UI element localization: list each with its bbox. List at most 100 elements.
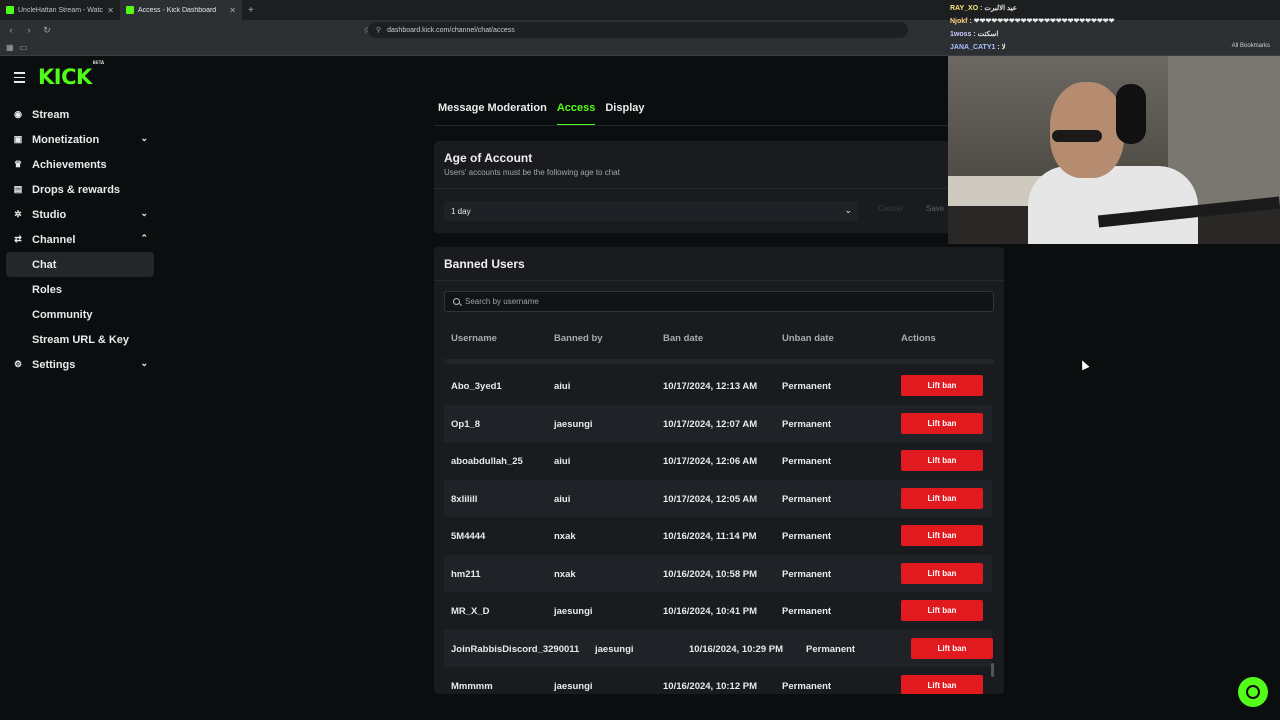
sidebar-item-roles[interactable]: Roles xyxy=(6,277,154,302)
table-row: 5M4444 nxak 10/16/2024, 11:14 PM Permane… xyxy=(444,517,992,555)
headset-icon xyxy=(1246,685,1260,699)
address-bar[interactable]: ⚲ dashboard.kick.com/channel/chat/access xyxy=(368,22,908,38)
banned-by-cell[interactable]: aiui xyxy=(554,456,570,467)
search-box[interactable] xyxy=(444,291,994,312)
banned-by-cell[interactable]: aiui xyxy=(554,381,570,392)
username-cell[interactable]: Mmmmm xyxy=(451,681,493,692)
username-cell[interactable]: JoinRabbisDiscord_3290011 xyxy=(451,644,579,655)
sidebar-item-chat[interactable]: Chat xyxy=(6,252,154,277)
chevron-down-icon: ⌄ xyxy=(140,358,148,368)
lift-ban-button[interactable]: Lift ban xyxy=(901,487,983,509)
chat-username: RAY_XO xyxy=(950,5,979,12)
lift-ban-button[interactable]: Lift ban xyxy=(901,450,983,471)
save-button[interactable]: Save xyxy=(926,204,944,213)
sidebar-item-studio[interactable]: ✲ Studio ⌄ xyxy=(6,202,154,227)
sidebar-item-monetization[interactable]: ▣ Monetization ⌄ xyxy=(6,127,154,152)
username-cell[interactable]: Op1_8 xyxy=(451,419,480,430)
menu-icon[interactable] xyxy=(14,72,25,86)
sidebar-item-settings[interactable]: ⚙ Settings ⌄ xyxy=(6,352,154,377)
kick-favicon-icon xyxy=(6,6,14,14)
lift-ban-button[interactable]: Lift ban xyxy=(901,562,983,584)
lift-ban-button[interactable]: Lift ban xyxy=(901,675,983,694)
username-cell[interactable]: 8xlilill xyxy=(451,494,477,505)
unban-date-cell: Permanent xyxy=(782,493,832,505)
ban-date-cell: 10/16/2024, 10:58 PM xyxy=(663,568,758,580)
apps-icon[interactable]: ▦ xyxy=(6,43,14,52)
sidebar-item-label: Channel xyxy=(32,233,76,246)
lift-ban-button[interactable]: Lift ban xyxy=(901,412,983,434)
sidebar-item-community[interactable]: Community xyxy=(6,302,154,327)
lift-ban-button[interactable]: Lift ban xyxy=(901,525,983,546)
banned-by-cell[interactable]: jaesungi xyxy=(554,606,593,617)
banned-by-cell[interactable]: nxak xyxy=(554,569,576,580)
column-header-unban-date[interactable]: Unban date xyxy=(782,333,834,344)
dashboard-page: KICKBETA ◉ Stream ▣ Monetization ⌄ ♛ Ach… xyxy=(0,57,1004,720)
sidebar-item-stream[interactable]: ◉ Stream xyxy=(6,102,154,127)
lift-ban-button[interactable]: Lift ban xyxy=(911,637,993,659)
unban-date-cell: Permanent xyxy=(782,531,832,542)
banned-by-cell[interactable]: aiui xyxy=(554,494,570,505)
site-info-icon[interactable]: ⚲ xyxy=(376,26,381,34)
unban-date-cell: Permanent xyxy=(806,643,856,655)
tab-display[interactable]: Display xyxy=(605,102,644,126)
cancel-button[interactable]: Cancel xyxy=(878,204,903,213)
column-header-banned-by[interactable]: Banned by xyxy=(554,333,603,344)
username-cell[interactable]: hm211 xyxy=(451,569,481,580)
sidebar-item-drops[interactable]: ▤ Drops & rewards xyxy=(6,177,154,202)
studio-icon: ✲ xyxy=(14,209,22,219)
all-bookmarks[interactable]: All Bookmarks xyxy=(1232,43,1270,49)
sidebar-item-label: Chat xyxy=(32,258,57,271)
banned-by-cell[interactable]: jaesungi xyxy=(554,419,593,430)
account-age-select[interactable]: 1 day ⌄ xyxy=(444,201,858,221)
close-tab-icon[interactable]: ✕ xyxy=(229,6,236,15)
column-header-username[interactable]: Username xyxy=(451,333,497,344)
browser-tab-active[interactable]: Access - Kick Dashboard ✕ xyxy=(120,0,242,20)
back-icon[interactable]: ‹ xyxy=(4,25,18,35)
chevron-down-icon: ⌄ xyxy=(140,208,148,218)
reload-icon[interactable]: ↻ xyxy=(40,25,54,36)
chevron-up-icon: ⌃ xyxy=(140,233,148,243)
username-cell[interactable]: MR_X_D xyxy=(451,606,490,617)
table-row: JoinRabbisDiscord_3290011 jaesungi 10/16… xyxy=(444,629,993,667)
gear-icon: ⚙ xyxy=(13,359,23,369)
lift-ban-button[interactable]: Lift ban xyxy=(901,375,983,396)
age-of-account-title: Age of Account xyxy=(444,151,533,165)
folder-icon[interactable]: ▭ xyxy=(20,43,28,52)
username-cell[interactable]: aboabdullah_25 xyxy=(451,456,523,467)
search-input[interactable] xyxy=(465,297,965,306)
support-chat-button[interactable] xyxy=(1238,677,1268,707)
new-tab-icon[interactable]: + xyxy=(242,5,254,16)
forward-icon[interactable]: › xyxy=(22,25,36,35)
banned-users-card: Banned Users Username Banned by Ban date… xyxy=(434,247,1004,694)
close-tab-icon[interactable]: ✕ xyxy=(107,6,114,15)
sidebar-item-achievements[interactable]: ♛ Achievements xyxy=(6,152,154,177)
banned-by-cell[interactable]: nxak xyxy=(554,531,576,542)
username-cell[interactable]: 5M4444 xyxy=(451,531,485,542)
trophy-icon: ♛ xyxy=(13,159,23,169)
browser-tab[interactable]: UncleHattan Stream - Watch Live on ✕ xyxy=(0,0,120,20)
table-top-divider xyxy=(444,359,994,364)
tab-access[interactable]: Access xyxy=(556,102,596,126)
ban-date-cell: 10/16/2024, 10:12 PM xyxy=(663,681,758,692)
sidebar-item-label: Drops & rewards xyxy=(32,183,121,196)
banned-by-cell[interactable]: jaesungi xyxy=(595,644,634,655)
mouse-cursor-icon xyxy=(1078,358,1090,371)
sidebar-item-stream-url-key[interactable]: Stream URL & Key xyxy=(6,327,154,352)
ban-date-cell: 10/16/2024, 11:14 PM xyxy=(663,531,757,542)
banned-by-cell[interactable]: jaesungi xyxy=(554,681,593,692)
chat-username: JANA_CATY1 xyxy=(950,44,996,51)
tab-message-moderation[interactable]: Message Moderation xyxy=(438,102,547,126)
column-header-ban-date[interactable]: Ban date xyxy=(663,333,703,344)
unban-date-cell: Permanent xyxy=(782,568,832,580)
table-scrollbar[interactable] xyxy=(991,663,994,677)
table-header: Username Banned by Ban date Unban date A… xyxy=(444,323,994,353)
ban-date-cell: 10/17/2024, 12:13 AM xyxy=(663,381,758,392)
username-cell[interactable]: Abo_3yed1 xyxy=(451,381,502,392)
kick-logo[interactable]: KICKBETA xyxy=(38,60,104,89)
banned-users-table: Abo_3yed1 aiui 10/17/2024, 12:13 AM Perm… xyxy=(444,367,994,694)
lift-ban-button[interactable]: Lift ban xyxy=(901,600,983,621)
sidebar-item-channel[interactable]: ⇄ Channel ⌃ xyxy=(6,227,154,252)
sidebar-item-label: Settings xyxy=(32,358,76,371)
account-age-value: 1 day xyxy=(451,206,471,216)
ban-date-cell: 10/17/2024, 12:07 AM xyxy=(663,418,758,430)
